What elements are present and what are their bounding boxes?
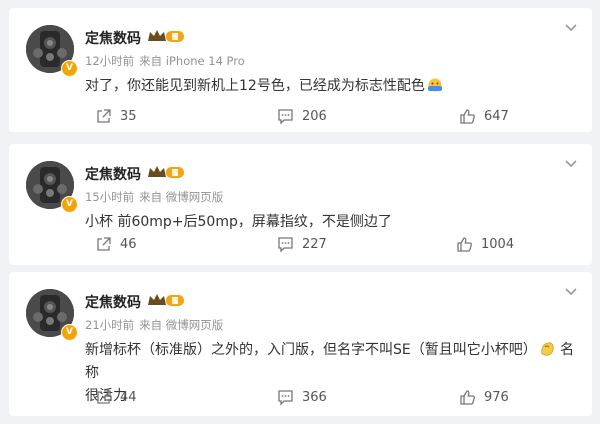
vip-crown-icon[interactable]: [147, 28, 185, 44]
like-button[interactable]: 1004: [456, 233, 514, 255]
comment-icon: [278, 389, 293, 406]
like-icon: [460, 108, 475, 124]
post-meta: 21小时前 来自 微博网页版: [85, 317, 228, 333]
action-bar: 44 366 976: [9, 386, 592, 408]
like-count: 1004: [481, 236, 515, 252]
comment-count: 206: [302, 108, 327, 124]
share-button[interactable]: 46: [95, 233, 137, 255]
share-count: 35: [120, 108, 137, 124]
action-bar: 46 227 1004: [9, 233, 592, 255]
share-count: 44: [120, 389, 137, 405]
post-time[interactable]: 21小时前: [85, 318, 134, 332]
verified-badge-icon: V: [61, 60, 78, 77]
feed-card: V 定焦数码 21小时前 来自 微博网页版 新增标杯（标准版）之外的，入门版，但名…: [9, 272, 592, 416]
username[interactable]: 定焦数码: [85, 28, 141, 48]
username[interactable]: 定焦数码: [85, 292, 141, 312]
like-icon: [457, 236, 472, 252]
comment-icon: [278, 236, 293, 253]
emoji-icon: [541, 342, 554, 356]
verified-badge-icon: V: [61, 196, 78, 213]
vip-crown-icon[interactable]: [147, 164, 185, 180]
share-count: 46: [120, 236, 137, 252]
post-content: 对了，你还能见到新机上12号色，已经成为标志性配色: [85, 75, 575, 98]
post-content: 小杯 前60mp+后50mp，屏幕指纹，不是侧边了: [85, 211, 575, 234]
vip-crown-icon[interactable]: [147, 292, 185, 308]
chevron-down-icon[interactable]: [564, 22, 578, 32]
post-source: 来自 iPhone 14 Pro: [139, 54, 245, 68]
post-source: 来自 微博网页版: [139, 190, 224, 204]
verified-badge-icon: V: [61, 324, 78, 341]
emoji-icon: [427, 78, 442, 92]
comment-button[interactable]: 366: [277, 386, 327, 408]
post-time[interactable]: 12小时前: [85, 54, 134, 68]
post-meta: 12小时前 来自 iPhone 14 Pro: [85, 53, 250, 69]
comment-button[interactable]: 227: [277, 233, 327, 255]
like-count: 976: [484, 389, 509, 405]
like-icon: [460, 389, 475, 405]
like-button[interactable]: 976: [459, 386, 509, 408]
comment-icon: [278, 108, 293, 125]
post-time[interactable]: 15小时前: [85, 190, 134, 204]
share-icon: [97, 108, 111, 123]
action-bar: 35 206 647: [9, 105, 592, 127]
comment-button[interactable]: 206: [277, 105, 327, 127]
like-count: 647: [484, 108, 509, 124]
post-meta: 15小时前 来自 微博网页版: [85, 189, 228, 205]
chevron-down-icon[interactable]: [564, 158, 578, 168]
chevron-down-icon[interactable]: [564, 286, 578, 296]
feed-card: V 定焦数码 15小时前 来自 微博网页版 小杯 前60mp+后50mp，屏幕指纹…: [9, 144, 592, 265]
share-icon: [97, 389, 111, 404]
like-button[interactable]: 647: [459, 105, 509, 127]
share-button[interactable]: 44: [95, 386, 137, 408]
post-text: 对了，你还能见到新机上12号色，已经成为标志性配色: [85, 78, 425, 94]
share-button[interactable]: 35: [95, 105, 137, 127]
feed-card: V 定焦数码 12小时前 来自 iPhone 14 Pro 对了，你还能见到新机上…: [9, 8, 592, 132]
post-text: 小杯 前60mp+后50mp，屏幕指纹，不是侧边了: [85, 214, 392, 230]
share-icon: [97, 236, 111, 251]
post-source: 来自 微博网页版: [139, 318, 224, 332]
username[interactable]: 定焦数码: [85, 164, 141, 184]
comment-count: 227: [302, 236, 327, 252]
post-text: 新增标杯（标准版）之外的，入门版，但名字不叫SE（暂且叫它小杯吧）: [85, 342, 537, 358]
comment-count: 366: [302, 389, 327, 405]
